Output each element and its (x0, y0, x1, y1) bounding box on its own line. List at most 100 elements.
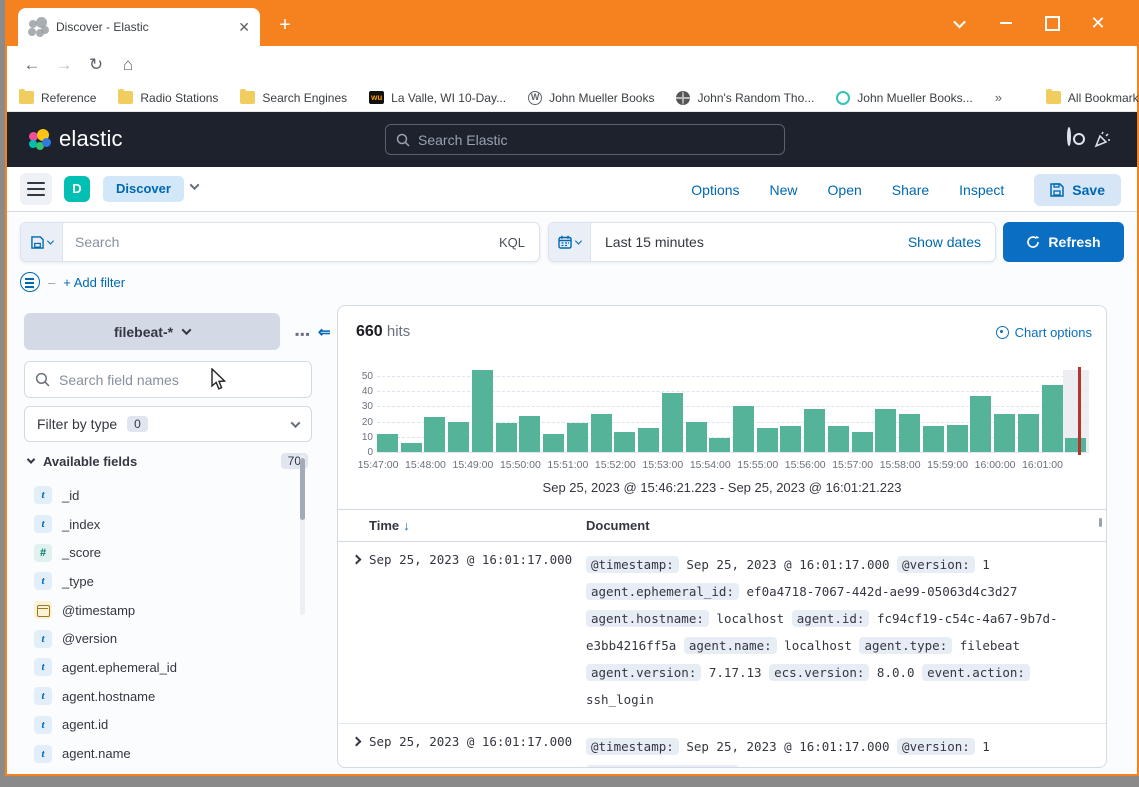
all-bookmarks-button[interactable]: All Bookmarks (1046, 91, 1139, 105)
time-range-value[interactable]: Last 15 minutes (591, 234, 894, 250)
whats-new-icon[interactable] (1093, 129, 1113, 149)
histogram-bar[interactable] (947, 425, 968, 452)
back-icon[interactable]: ← (19, 52, 45, 78)
sidebar-scrollbar[interactable] (300, 455, 305, 615)
bookmark-item[interactable]: John Mueller Books... (836, 91, 972, 105)
date-quick-menu-button[interactable] (549, 223, 591, 261)
breadcrumb[interactable]: Discover (103, 176, 184, 202)
elastic-logo[interactable]: elastic (29, 126, 123, 152)
histogram-bar[interactable] (543, 434, 564, 452)
query-language-button[interactable]: KQL (485, 235, 539, 250)
histogram-bar[interactable] (638, 428, 659, 452)
histogram-bar[interactable] (401, 443, 422, 452)
histogram-bar[interactable] (1018, 414, 1039, 452)
filter-by-type-select[interactable]: Filter by type 0 (24, 406, 312, 442)
refresh-button[interactable]: Refresh (1003, 222, 1124, 262)
bookmark-item[interactable]: Reference (19, 91, 96, 105)
histogram-bar[interactable] (923, 426, 944, 452)
field-list-item[interactable]: tagent.id (34, 711, 294, 740)
field-list-item[interactable]: t@version (34, 624, 294, 653)
expand-row-icon[interactable] (352, 555, 362, 565)
home-icon[interactable]: ⌂ (115, 52, 141, 78)
new-tab-button[interactable]: + (271, 12, 299, 40)
histogram-bar[interactable] (591, 414, 612, 452)
field-list-item[interactable]: t_id (34, 481, 294, 510)
field-list-item[interactable]: tagent.hostname (34, 682, 294, 711)
saved-query-menu-button[interactable] (21, 223, 63, 261)
histogram-bar[interactable] (709, 438, 730, 452)
histogram-bar[interactable] (852, 432, 873, 452)
maximize-button[interactable] (1037, 10, 1067, 36)
field-list-item[interactable]: tagent.ephemeral_id (34, 653, 294, 682)
field-search-input[interactable]: Search field names (24, 361, 312, 398)
bookmark-item[interactable]: Radio Stations (118, 91, 218, 105)
minimize-button[interactable] (991, 10, 1021, 36)
query-search-input[interactable]: Search (63, 234, 485, 250)
show-dates-button[interactable]: Show dates (894, 234, 995, 250)
histogram-bar[interactable] (448, 422, 469, 452)
table-row[interactable]: Sep 25, 2023 @ 16:01:17.000@timestamp: S… (338, 724, 1106, 768)
space-badge[interactable]: D (64, 176, 90, 202)
histogram-bar[interactable] (875, 409, 896, 452)
index-pattern-selector[interactable]: filebeat-* (24, 313, 280, 350)
expand-row-icon[interactable] (352, 737, 362, 747)
histogram-bar[interactable] (733, 406, 754, 452)
time-column-header[interactable]: Time↓ (369, 518, 410, 533)
field-filter-options-icon[interactable]: ▪▪▪ (295, 327, 311, 341)
bookmark-item[interactable]: John's Random Tho... (676, 91, 814, 105)
document-field-chip: @version: (897, 556, 975, 573)
histogram-bar[interactable] (804, 409, 825, 452)
histogram-bar[interactable] (1065, 438, 1086, 452)
field-list-item[interactable]: t_index (34, 510, 294, 539)
tab-search-chevron-icon[interactable] (944, 10, 974, 36)
menu-item-inspect[interactable]: Inspect (959, 182, 1004, 198)
histogram-bar[interactable] (377, 434, 398, 452)
collapse-sidebar-icon[interactable]: ⇐ (318, 323, 331, 341)
table-scrollbar[interactable] (1099, 518, 1102, 527)
browser-tab[interactable]: Discover - Elastic ✕ (18, 8, 260, 46)
histogram-bar[interactable] (970, 396, 991, 452)
add-filter-button[interactable]: + Add filter (63, 275, 125, 290)
close-button[interactable]: ✕ (1083, 10, 1113, 36)
elastic-search-input[interactable]: Search Elastic (385, 124, 785, 155)
help-icon[interactable] (1067, 129, 1071, 144)
bookmark-item[interactable]: Search Engines (240, 91, 347, 105)
menu-item-share[interactable]: Share (892, 182, 929, 198)
histogram-bar[interactable] (662, 393, 683, 452)
chart-baseline (377, 452, 1089, 453)
histogram-bar[interactable] (686, 422, 707, 452)
histogram-bar[interactable] (757, 428, 778, 452)
forward-icon[interactable]: → (51, 52, 77, 78)
histogram-bar[interactable] (828, 426, 849, 452)
histogram-bar[interactable] (519, 416, 540, 452)
field-list-item[interactable]: @timestamp (34, 596, 294, 625)
histogram-bar[interactable] (496, 423, 517, 452)
folder-icon (240, 91, 255, 104)
field-list-item[interactable]: t_type (34, 567, 294, 596)
tab-close-icon[interactable]: ✕ (238, 19, 250, 36)
histogram-bar[interactable] (472, 370, 493, 452)
breadcrumb-chevron-icon[interactable] (190, 180, 200, 190)
menu-item-options[interactable]: Options (691, 182, 739, 198)
histogram-bar[interactable] (614, 432, 635, 452)
field-list-item[interactable]: tagent.name (34, 739, 294, 768)
histogram-bar[interactable] (780, 426, 801, 452)
chart-options-button[interactable]: Chart options (996, 325, 1092, 340)
filter-menu-icon[interactable] (20, 272, 40, 292)
histogram-bar[interactable] (899, 414, 920, 452)
field-list-item[interactable]: #_score (34, 538, 294, 567)
available-fields-header[interactable]: Available fields 70 (28, 453, 308, 469)
reload-icon[interactable]: ↻ (83, 52, 109, 78)
bookmark-item[interactable]: WJohn Mueller Books (528, 91, 654, 105)
histogram-bar[interactable] (994, 414, 1015, 452)
bookmark-item[interactable]: wuLa Valle, WI 10-Day... (369, 91, 506, 105)
save-button[interactable]: Save (1034, 174, 1121, 206)
histogram-bar[interactable] (567, 423, 588, 452)
bookmarks-overflow-chevrons[interactable]: » (995, 90, 1002, 105)
menu-item-new[interactable]: New (770, 182, 798, 198)
histogram-bar[interactable] (424, 417, 445, 452)
histogram-bar[interactable] (1042, 385, 1063, 452)
table-row[interactable]: Sep 25, 2023 @ 16:01:17.000@timestamp: S… (338, 542, 1106, 724)
menu-hamburger-icon[interactable] (20, 173, 52, 205)
menu-item-open[interactable]: Open (828, 182, 862, 198)
